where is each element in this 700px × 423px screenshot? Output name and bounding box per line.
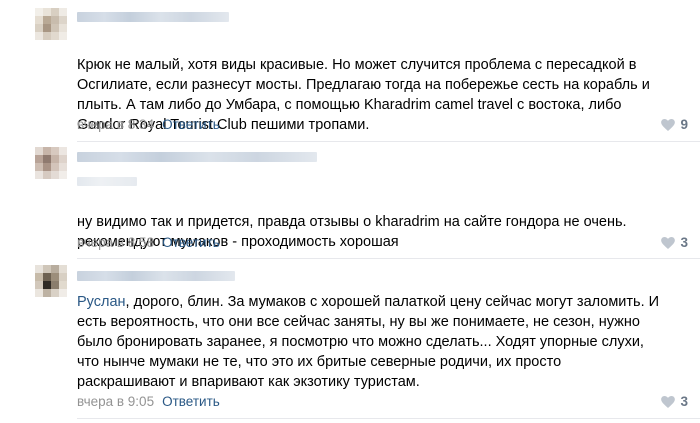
comment-meta: вчера в 8:34 Ответить — [77, 117, 220, 133]
author-info — [77, 177, 137, 186]
reply-button[interactable]: Ответить — [162, 117, 220, 132]
divider — [77, 258, 700, 259]
like-count: 3 — [680, 235, 688, 250]
avatar[interactable] — [35, 8, 67, 40]
comment-meta: вчера в 8:58 Ответить — [77, 235, 220, 251]
heart-icon — [661, 396, 676, 408]
like-button[interactable]: 9 — [661, 117, 688, 133]
heart-icon — [661, 119, 676, 131]
like-count: 9 — [680, 117, 688, 132]
divider — [77, 418, 700, 419]
avatar[interactable] — [35, 265, 67, 297]
divider — [77, 141, 700, 142]
heart-icon — [661, 237, 676, 249]
author-name[interactable] — [77, 12, 229, 22]
like-count: 3 — [680, 394, 688, 409]
like-button[interactable]: 3 — [661, 394, 688, 410]
avatar[interactable] — [35, 147, 67, 179]
reply-button[interactable]: Ответить — [162, 235, 220, 250]
comment-body: , дорого, блин. За мумаков с хорошей пал… — [77, 294, 660, 390]
mention-link[interactable]: Руслан — [77, 294, 126, 310]
like-button[interactable]: 3 — [661, 235, 688, 251]
comment-meta: вчера в 9:05 Ответить — [77, 394, 220, 410]
comment-timestamp[interactable]: вчера в 8:58 — [77, 235, 154, 250]
reply-button[interactable]: Ответить — [162, 394, 220, 409]
comment-text: Руслан, дорого, блин. За мумаков с хорош… — [77, 292, 687, 392]
author-name[interactable] — [77, 271, 235, 281]
author-name[interactable] — [77, 152, 317, 162]
comment-timestamp[interactable]: вчера в 8:34 — [77, 117, 154, 132]
comment-timestamp[interactable]: вчера в 9:05 — [77, 394, 154, 409]
